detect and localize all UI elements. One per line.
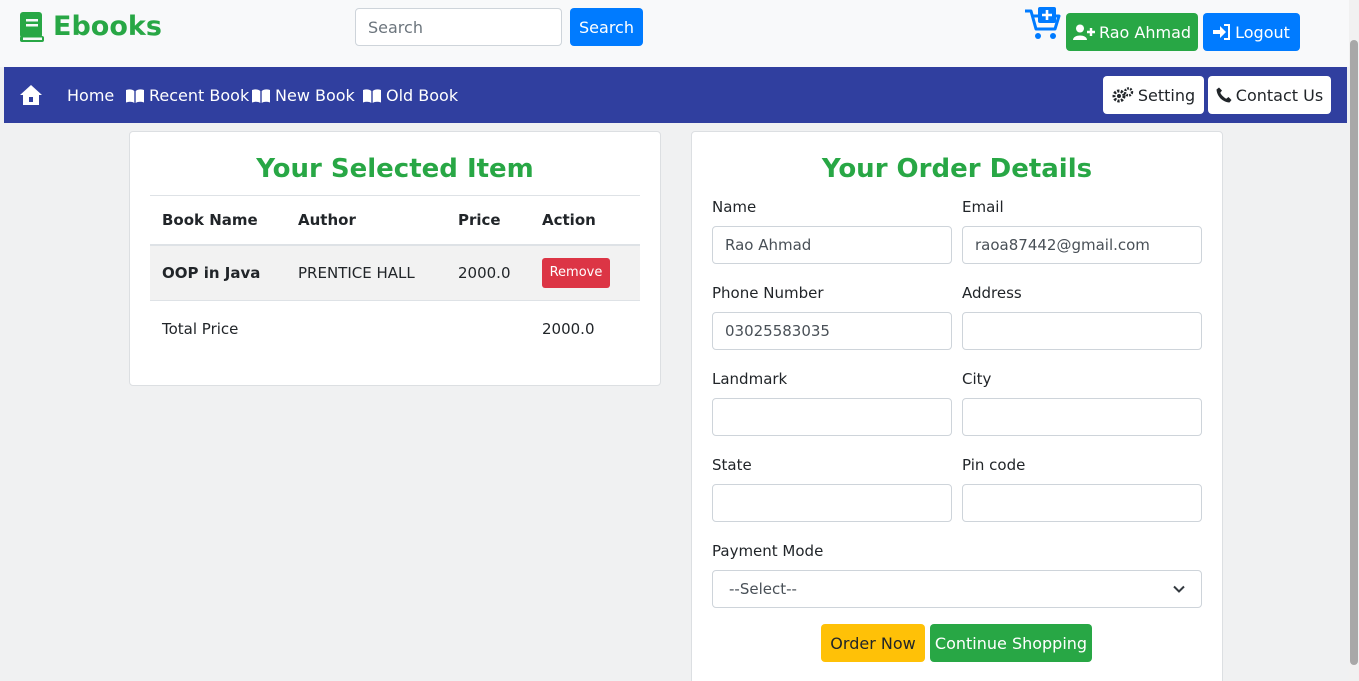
chevron-down-icon — [1173, 585, 1185, 593]
table-header-row: Book Name Author Price Action — [150, 195, 640, 246]
book-icon — [20, 11, 44, 42]
logout-button[interactable]: Logout — [1203, 13, 1300, 51]
email-label: Email — [962, 198, 1004, 216]
empty-cell — [286, 300, 446, 357]
cart-plus-icon[interactable] — [1024, 7, 1062, 41]
city-label: City — [962, 370, 992, 388]
nav-new-book[interactable]: New Book — [251, 86, 355, 105]
address-field[interactable] — [962, 312, 1202, 350]
total-row: Total Price 2000.0 — [150, 300, 640, 357]
column-price: Price — [446, 195, 530, 246]
continue-shopping-button[interactable]: Continue Shopping — [930, 624, 1092, 662]
selected-items-title: Your Selected Item — [256, 154, 534, 184]
payment-mode-value: --Select-- — [729, 580, 797, 598]
nav-old-book[interactable]: Old Book — [362, 86, 458, 105]
price-cell: 2000.0 — [446, 244, 530, 301]
name-field[interactable]: Rao Ahmad — [712, 226, 952, 264]
home-icon[interactable] — [19, 84, 43, 106]
column-author: Author — [286, 195, 446, 246]
book-open-icon — [252, 88, 270, 103]
setting-label: Setting — [1137, 85, 1196, 105]
scrollbar-thumb[interactable] — [1350, 40, 1358, 665]
phone-field[interactable]: 03025583035 — [712, 312, 952, 350]
remove-button[interactable]: Remove — [542, 257, 610, 288]
order-details-title: Your Order Details — [821, 154, 1093, 184]
table-row: OOP in Java PRENTICE HALL 2000.0 Remove — [150, 244, 640, 301]
order-details-card: Your Order Details Name Rao Ahmad Email … — [691, 131, 1223, 681]
landmark-field[interactable] — [712, 398, 952, 436]
user-plus-icon — [1072, 24, 1095, 40]
nav-new-label: New Book — [275, 86, 355, 105]
page-scrollbar[interactable] — [1349, 0, 1359, 681]
user-profile-button[interactable]: Rao Ahmad — [1066, 13, 1198, 51]
payment-mode-select[interactable]: --Select-- — [712, 570, 1202, 608]
top-bar: Ebooks Search Rao Ahmad Logout — [0, 0, 1349, 67]
name-label: Name — [712, 198, 757, 216]
pin-code-field[interactable] — [962, 484, 1202, 522]
nav-recent-book[interactable]: Recent Book — [125, 86, 249, 105]
contact-us-button[interactable]: Contact Us — [1208, 76, 1331, 114]
search-input[interactable] — [355, 8, 562, 46]
column-book-name: Book Name — [150, 195, 286, 246]
contact-label: Contact Us — [1235, 85, 1324, 105]
brand-logo[interactable]: Ebooks — [19, 11, 162, 42]
landmark-label: Landmark — [712, 370, 788, 388]
sign-in-icon — [1213, 24, 1231, 40]
nav-old-label: Old Book — [386, 86, 459, 105]
city-field[interactable] — [962, 398, 1202, 436]
book-open-icon — [126, 88, 144, 103]
state-label: State — [712, 456, 752, 474]
user-name: Rao Ahmad — [1098, 22, 1192, 42]
book-name-cell: OOP in Java — [150, 244, 286, 301]
action-cell: Remove — [530, 244, 640, 301]
pin-code-label: Pin code — [962, 456, 1026, 474]
gears-icon — [1112, 87, 1134, 103]
nav-recent-label: Recent Book — [149, 86, 250, 105]
nav-home-label: Home — [67, 86, 115, 105]
order-now-button[interactable]: Order Now — [821, 624, 925, 662]
logout-label: Logout — [1235, 22, 1290, 42]
setting-button[interactable]: Setting — [1103, 76, 1204, 114]
email-field[interactable]: raoa87442@gmail.com — [962, 226, 1202, 264]
total-label: Total Price — [150, 300, 286, 357]
payment-mode-label: Payment Mode — [712, 542, 824, 560]
main-navbar: Home Recent Book New Book Old Book Setti… — [4, 67, 1347, 123]
total-value: 2000.0 — [530, 300, 640, 357]
column-action: Action — [530, 195, 640, 246]
address-label: Address — [962, 284, 1022, 302]
phone-label: Phone Number — [712, 284, 824, 302]
author-cell: PRENTICE HALL — [286, 244, 446, 301]
book-open-icon — [363, 88, 381, 103]
selected-items-card: Your Selected Item Book Name Author Pric… — [129, 131, 661, 386]
brand-name: Ebooks — [53, 11, 162, 42]
nav-home[interactable]: Home — [67, 86, 114, 105]
phone-icon — [1216, 87, 1232, 103]
cart-table: Book Name Author Price Action OOP in Jav… — [150, 195, 640, 357]
empty-cell — [446, 300, 530, 357]
search-button[interactable]: Search — [570, 8, 643, 46]
state-field[interactable] — [712, 484, 952, 522]
